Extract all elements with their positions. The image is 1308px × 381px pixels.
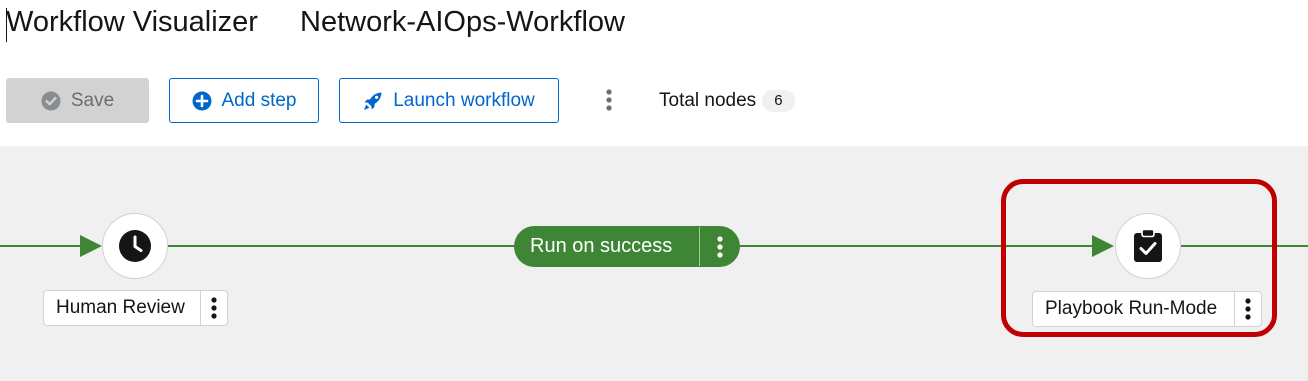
add-step-label: Add step	[221, 89, 297, 111]
kebab-icon	[717, 235, 723, 258]
save-button[interactable]: Save	[6, 78, 149, 123]
total-nodes-label: Total nodes	[659, 90, 757, 111]
page-title: Workflow Visualizer	[6, 6, 258, 38]
launch-workflow-button[interactable]: Launch workflow	[339, 78, 559, 123]
edge-arrow-head	[80, 235, 102, 257]
kebab-icon	[606, 89, 612, 111]
workflow-canvas[interactable]: Human Review Run on success Playbook Run…	[0, 146, 1308, 381]
page-header: Workflow Visualizer Network-AIOps-Workfl…	[0, 0, 1308, 146]
node-playbook-run-mode[interactable]	[1115, 213, 1181, 279]
total-nodes-badge: 6	[762, 90, 795, 112]
node-human-review[interactable]	[102, 213, 168, 279]
clock-icon	[119, 230, 151, 262]
add-step-button[interactable]: Add step	[169, 78, 319, 123]
kebab-icon	[211, 297, 217, 319]
kebab-icon	[1245, 298, 1251, 320]
rocket-icon	[364, 92, 382, 110]
node-label-text: Playbook Run-Mode	[1045, 298, 1218, 319]
save-button-label: Save	[70, 89, 115, 111]
check-circle-icon	[41, 91, 61, 110]
node-label-text: Human Review	[56, 297, 185, 318]
node-kebab-menu[interactable]	[1234, 292, 1261, 326]
launch-workflow-label: Launch workflow	[393, 89, 535, 111]
edge-label-run-on-success[interactable]: Run on success	[514, 226, 740, 267]
edge-arrow-head	[1092, 235, 1114, 257]
node-label-human-review[interactable]: Human Review	[43, 290, 228, 326]
edge-label-text: Run on success	[530, 235, 673, 257]
node-label-playbook-run-mode[interactable]: Playbook Run-Mode	[1032, 291, 1262, 327]
plus-circle-icon	[192, 91, 211, 110]
workflow-name: Network-AIOps-Workflow	[300, 6, 625, 38]
edge-label-divider	[699, 227, 701, 266]
total-nodes: Total nodes 6	[659, 90, 795, 112]
toolbar-kebab-menu[interactable]	[600, 86, 618, 114]
clipboard-check-icon	[1134, 229, 1162, 262]
edge-kebab-menu[interactable]	[700, 235, 740, 258]
node-kebab-menu[interactable]	[200, 291, 227, 325]
